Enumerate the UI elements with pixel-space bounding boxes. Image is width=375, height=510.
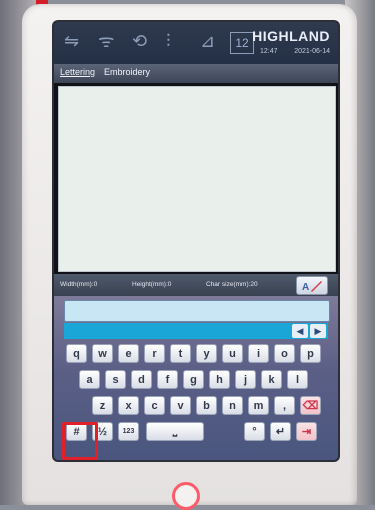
brand-logo: HIGHLAND [252,28,330,44]
key-g[interactable]: g [183,370,204,389]
key-d[interactable]: d [131,370,152,389]
enter-key[interactable]: ↵ [270,422,291,441]
key-c[interactable]: c [144,396,165,415]
design-canvas[interactable] [58,86,336,272]
key-r[interactable]: r [144,344,165,363]
tab-embroidery[interactable]: Embroidery [104,67,150,77]
wifi-icon[interactable]: ᯤ [98,30,114,52]
numeric-mode-key[interactable]: 123 [118,422,139,441]
device-screen: ⇋ ᯤ ⟲ ⫶ ⊿ 12 HIGHLAND 12:47 2021-06-14 L… [54,22,338,460]
adjust-icon[interactable]: ⫶ [166,30,171,52]
clock-date: 2021-06-14 [294,48,330,55]
key-x[interactable]: x [118,396,139,415]
clock-time: 12:47 [260,48,278,55]
key-v[interactable]: v [170,396,191,415]
key-b[interactable]: b [196,396,217,415]
transfer-icon[interactable]: ⇋ [64,30,79,52]
height-readout: Height(mm):0 [132,281,172,288]
width-readout: Width(mm):0 [60,281,98,288]
key-m[interactable]: m [248,396,269,415]
text-input[interactable] [64,300,330,322]
key-q[interactable]: q [66,344,87,363]
key-z[interactable]: z [92,396,113,415]
cursor-left-button[interactable]: ◀ [292,324,308,338]
svg-text:A: A [302,282,309,292]
home-button[interactable] [172,482,200,510]
key-i[interactable]: i [248,344,269,363]
key-t[interactable]: t [170,344,191,363]
cursor-right-button[interactable]: ▶ [310,324,326,338]
key-n[interactable]: n [222,396,243,415]
space-key[interactable]: ⎵ [146,422,204,441]
key-e[interactable]: e [118,344,139,363]
key-h[interactable]: h [209,370,230,389]
space-icon: ⎵ [172,425,178,437]
status-bar: ⇋ ᯤ ⟲ ⫶ ⊿ 12 HIGHLAND 12:47 2021-06-14 [54,22,338,64]
key-a[interactable]: a [79,370,100,389]
key-w[interactable]: w [92,344,113,363]
cursor-bar: ◀ ▶ [64,323,328,339]
highlight-annotation [62,422,98,460]
needle-count-badge[interactable]: 12 [230,32,254,54]
backspace-icon: ⌫ [302,400,319,412]
key-j[interactable]: j [235,370,256,389]
network-icon[interactable]: ⊿ [200,30,215,52]
key-comma[interactable]: , [274,396,295,415]
key-u[interactable]: u [222,344,243,363]
pen-icon: A [302,280,322,292]
info-bar: Width(mm):0 Height(mm):0 Char size(mm):2… [54,274,338,296]
font-style-button[interactable]: A [296,276,328,295]
key-o[interactable]: o [274,344,295,363]
char-size-readout: Char size(mm):20 [206,281,258,288]
key-k[interactable]: k [261,370,282,389]
exit-key[interactable]: ⇥ [296,422,317,441]
key-p[interactable]: p [300,344,321,363]
key-f[interactable]: f [157,370,178,389]
key-y[interactable]: y [196,344,217,363]
tab-bar: Lettering Embroidery [54,64,338,83]
degree-key[interactable]: ° [244,422,265,441]
tab-lettering[interactable]: Lettering [60,67,95,77]
exit-icon: ⇥ [301,426,312,438]
sync-icon[interactable]: ⟲ [132,30,147,52]
key-s[interactable]: s [105,370,126,389]
backspace-key[interactable]: ⌫ [300,396,321,415]
key-l[interactable]: l [287,370,308,389]
